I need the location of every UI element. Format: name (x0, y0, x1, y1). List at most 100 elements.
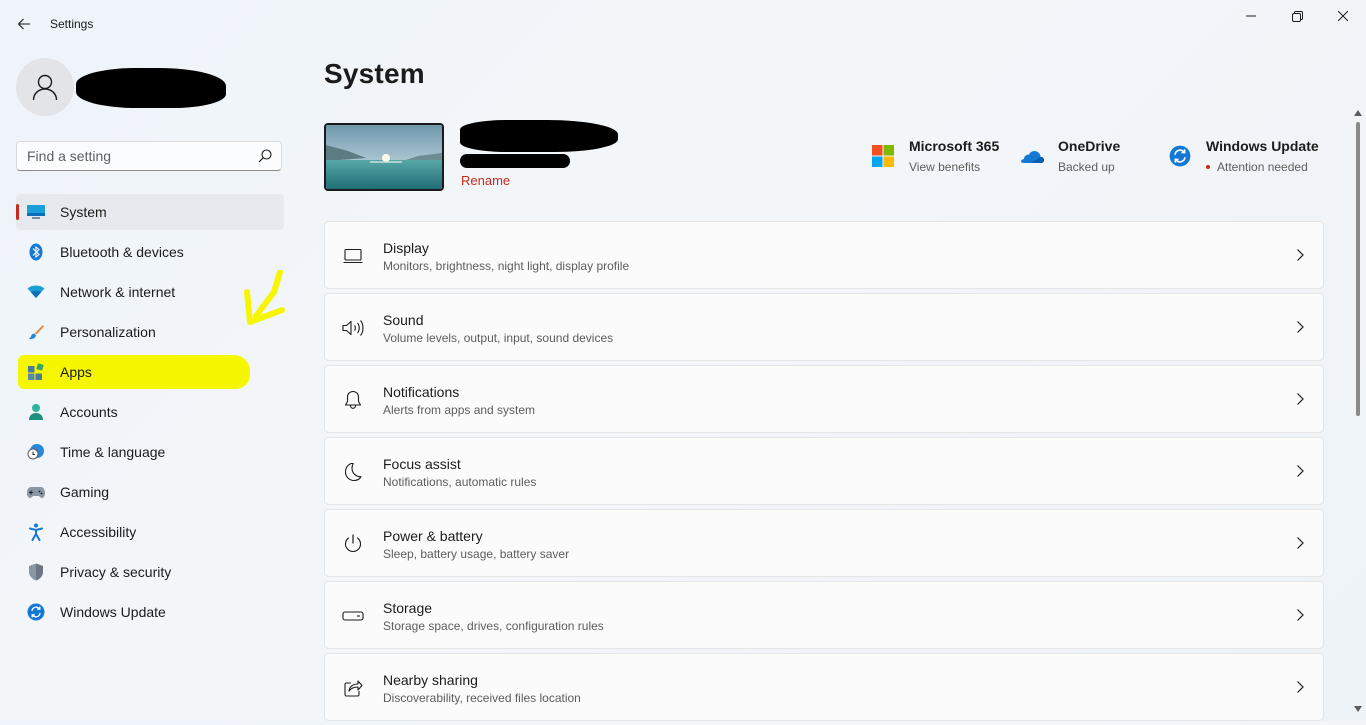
display-icon (342, 245, 364, 267)
minimize-icon (1246, 15, 1256, 17)
card-title: Display (383, 240, 429, 256)
bell-icon (342, 389, 364, 411)
restore-icon (1291, 10, 1303, 22)
attention-dot-icon (1206, 165, 1210, 169)
chevron-right-icon (1297, 321, 1304, 333)
system-icon (26, 202, 46, 222)
user-avatar[interactable] (16, 58, 74, 116)
search-input[interactable] (27, 147, 247, 165)
quick-link-subtitle: View benefits (909, 160, 981, 174)
scroll-up-icon[interactable] (1354, 110, 1362, 116)
sidebar-item-label: Bluetooth & devices (60, 244, 184, 260)
search-icon[interactable] (257, 148, 273, 164)
windows-update-icon (1168, 144, 1192, 168)
search-box[interactable] (16, 141, 282, 171)
chevron-right-icon (1297, 681, 1304, 693)
sidebar-item-accessibility[interactable]: Accessibility (16, 514, 284, 550)
accessibility-icon (26, 522, 46, 542)
redacted-device-model (460, 154, 570, 168)
chevron-right-icon (1297, 249, 1304, 261)
sidebar-item-label: Network & internet (60, 284, 176, 300)
rename-link[interactable]: Rename (461, 173, 510, 188)
chevron-right-icon (1297, 465, 1304, 477)
minimize-button[interactable] (1228, 0, 1274, 32)
card-title: Sound (383, 312, 424, 328)
sidebar-item-label: Personalization (60, 324, 156, 340)
sidebar-item-system[interactable]: System (16, 194, 284, 230)
chevron-right-icon (1297, 609, 1304, 621)
sidebar-item-accounts[interactable]: Accounts (16, 394, 284, 430)
redacted-device-name (460, 120, 618, 152)
share-icon (342, 677, 364, 699)
sidebar-item-label: Windows Update (60, 604, 166, 620)
scrollbar-thumb[interactable] (1356, 122, 1360, 416)
card-title: Focus assist (383, 456, 461, 472)
card-subtitle: Sleep, battery usage, battery saver (383, 547, 570, 561)
back-arrow-icon (17, 18, 30, 30)
card-subtitle: Monitors, brightness, night light, displ… (383, 259, 630, 273)
close-button[interactable] (1320, 0, 1366, 32)
sidebar-item-label: Privacy & security (60, 564, 172, 580)
bluetooth-icon (26, 242, 46, 262)
sidebar-item-label: Accounts (60, 404, 118, 420)
user-icon (32, 74, 58, 101)
onedrive-icon (1020, 144, 1044, 168)
settings-card-nearby-sharing[interactable]: Nearby sharing Discoverability, received… (324, 653, 1324, 721)
settings-card-display[interactable]: Display Monitors, brightness, night ligh… (324, 221, 1324, 289)
card-subtitle: Volume levels, output, input, sound devi… (383, 331, 614, 345)
annotation-arrow-icon (244, 270, 285, 325)
sidebar-item-label: Time & language (60, 444, 166, 460)
sidebar-item-label: Apps (60, 364, 92, 380)
quick-link-title: Windows Update (1206, 138, 1319, 154)
accounts-icon (26, 402, 46, 422)
vertical-scrollbar[interactable] (1352, 108, 1364, 720)
storage-icon (342, 605, 364, 627)
selection-indicator (16, 204, 19, 220)
settings-card-power-battery[interactable]: Power & battery Sleep, battery usage, ba… (324, 509, 1324, 577)
desktop-wallpaper-thumbnail (324, 123, 444, 191)
card-title: Notifications (383, 384, 460, 400)
sidebar-item-label: System (60, 204, 107, 220)
close-icon (1338, 11, 1348, 21)
clock-globe-icon (26, 442, 46, 462)
sidebar-nav: System Bluetooth & devices Network & int… (16, 194, 284, 634)
speaker-icon (342, 317, 364, 339)
quick-link-title: Microsoft 365 (909, 138, 1000, 154)
sidebar-item-bluetooth-devices[interactable]: Bluetooth & devices (16, 234, 284, 270)
settings-card-storage[interactable]: Storage Storage space, drives, configura… (324, 581, 1324, 649)
sidebar-item-apps[interactable]: Apps (16, 354, 284, 390)
sidebar-item-time-language[interactable]: Time & language (16, 434, 284, 470)
maximize-button[interactable] (1274, 0, 1320, 32)
title-bar: Settings (0, 0, 1366, 48)
settings-card-notifications[interactable]: Notifications Alerts from apps and syste… (324, 365, 1324, 433)
card-subtitle: Alerts from apps and system (383, 403, 536, 417)
chevron-right-icon (1297, 537, 1304, 549)
quick-link-onedrive[interactable]: OneDrive Backed up (1020, 138, 1120, 174)
update-icon (26, 602, 46, 622)
settings-card-sound[interactable]: Sound Volume levels, output, input, soun… (324, 293, 1324, 361)
sidebar-item-privacy-security[interactable]: Privacy & security (16, 554, 284, 590)
scroll-down-icon[interactable] (1354, 706, 1362, 712)
sidebar-item-label: Accessibility (60, 524, 137, 540)
settings-card-focus-assist[interactable]: Focus assist Notifications, automatic ru… (324, 437, 1324, 505)
card-subtitle: Notifications, automatic rules (383, 475, 537, 489)
gamepad-icon (26, 482, 46, 502)
chevron-right-icon (1297, 393, 1304, 405)
wifi-icon (26, 282, 46, 302)
quick-link-microsoft-365[interactable]: Microsoft 365 View benefits (871, 138, 999, 174)
card-subtitle: Storage space, drives, configuration rul… (383, 619, 604, 633)
quick-link-title: OneDrive (1058, 138, 1121, 154)
sidebar-item-gaming[interactable]: Gaming (16, 474, 284, 510)
power-icon (342, 533, 364, 555)
back-button[interactable] (12, 12, 36, 36)
shield-icon (26, 562, 46, 582)
card-title: Power & battery (383, 528, 483, 544)
apps-icon (26, 362, 46, 382)
quick-link-subtitle: Backed up (1058, 160, 1115, 174)
card-subtitle: Discoverability, received files location (383, 691, 581, 705)
redacted-user-name (76, 68, 226, 108)
sidebar-item-windows-update[interactable]: Windows Update (16, 594, 284, 630)
page-title: System (324, 58, 425, 89)
card-title: Storage (383, 600, 433, 616)
quick-link-windows-update[interactable]: Windows Update Attention needed (1168, 138, 1319, 174)
